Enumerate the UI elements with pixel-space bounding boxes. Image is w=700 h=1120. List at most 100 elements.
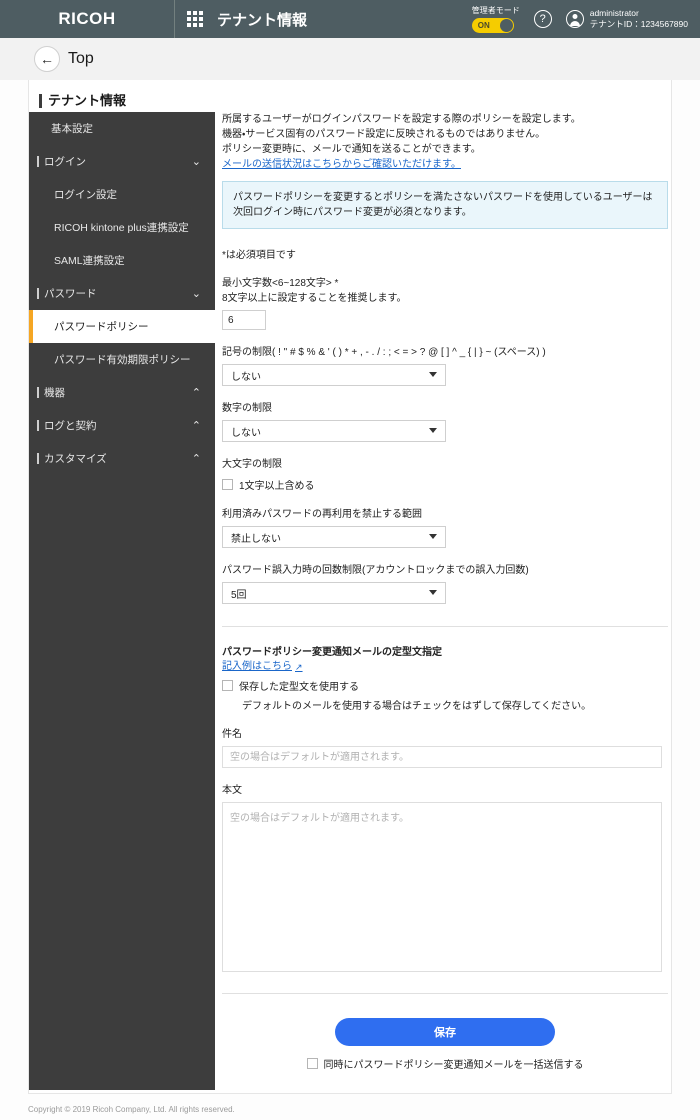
- chevron-up-icon[interactable]: ⌃: [192, 452, 201, 465]
- uppercase-checkbox[interactable]: [222, 479, 233, 490]
- chevron-down-icon[interactable]: ⌄: [192, 287, 201, 300]
- uppercase-checkbox-label: 1文字以上含める: [239, 481, 315, 492]
- sidebar-item-label: ログイン設定: [54, 189, 117, 201]
- bulk-send-checkbox[interactable]: [306, 1058, 318, 1069]
- sidebar-item-label: パスワードポリシー: [54, 321, 149, 333]
- chevron-up-icon[interactable]: ⌃: [192, 386, 201, 399]
- back-arrow-icon[interactable]: ←: [34, 46, 60, 72]
- sidebar-item-5[interactable]: パスワード ⌄: [29, 277, 215, 310]
- description-line-1: 所属するユーザーがログインパスワードを設定する際のポリシーを設定します。: [222, 114, 581, 125]
- sidebar-group-marker: [37, 420, 39, 431]
- chevron-down-icon: [429, 372, 437, 377]
- footer-divider: [222, 993, 668, 994]
- mail-status-link[interactable]: メールの送信状況はこちらからご確認いただけます。: [222, 157, 461, 172]
- save-area: 保存 同時にパスワードポリシー変更通知メールを一括送信する: [222, 1018, 668, 1071]
- sidebar-item-label: パスワード: [44, 288, 97, 300]
- sidebar-item-label: パスワード有効期限ポリシー: [54, 354, 191, 366]
- symbol-restriction-select[interactable]: しない: [222, 364, 446, 386]
- chevron-down-icon: [429, 428, 437, 433]
- sidebar-group-marker: [37, 453, 39, 464]
- mail-subject-label: 件名: [222, 729, 242, 740]
- sidebar-item-3[interactable]: RICOH kintone plus連携設定: [29, 211, 215, 244]
- field-mail-body: 本文: [222, 783, 668, 975]
- reuse-restriction-value: 禁止しない: [231, 533, 281, 545]
- sidebar-group-marker: [37, 288, 39, 299]
- field-reuse-restriction: 利用済みパスワードの再利用を禁止する範囲 禁止しない: [222, 507, 668, 548]
- admin-mode-toggle[interactable]: ON: [471, 17, 514, 33]
- sidebar-item-7[interactable]: パスワード有効期限ポリシー: [29, 343, 215, 376]
- sidebar-item-label: ログイン: [44, 156, 86, 168]
- avatar-icon: [565, 10, 584, 28]
- sidebar-item-label: 機器: [44, 387, 65, 399]
- policy-change-notice: パスワードポリシーを変更するとポリシーを満たさないパスワードを使用しているユーザ…: [222, 181, 668, 229]
- tenant-id: テナントID：1234567890: [589, 19, 688, 29]
- apps-grid-icon[interactable]: [187, 11, 203, 27]
- mail-subject-input[interactable]: [222, 746, 662, 768]
- header-actions: 管理者モード ON ? administrator テナントID：1234567…: [471, 6, 700, 33]
- save-button[interactable]: 保存: [335, 1018, 555, 1046]
- min-length-input[interactable]: [222, 310, 266, 330]
- lockout-value: 5回: [231, 589, 247, 601]
- sidebar-item-1[interactable]: ログイン ⌄: [29, 145, 215, 178]
- sidebar-item-9[interactable]: ログと契約 ⌃: [29, 409, 215, 442]
- user-name: administrator: [589, 8, 639, 18]
- toggle-knob: [499, 18, 513, 32]
- main-content: 所属するユーザーがログインパスワードを設定する際のポリシーを設定します。 機器・…: [222, 112, 668, 1071]
- sidebar-item-6[interactable]: パスワードポリシー: [29, 310, 215, 343]
- section-divider: [222, 626, 668, 627]
- user-info: administrator テナントID：1234567890: [590, 8, 688, 30]
- required-note: *は必須項目です: [222, 250, 296, 261]
- min-length-hint: 8文字以上に設定することを推奨します。: [222, 293, 407, 304]
- use-saved-template-checkbox[interactable]: [222, 680, 233, 691]
- user-menu[interactable]: administrator テナントID：1234567890: [565, 8, 688, 30]
- sidebar-item-0[interactable]: 基本設定: [29, 112, 215, 145]
- number-restriction-value: しない: [231, 427, 261, 439]
- description-line-2: 機器・サービス固有のパスワード設定に反映されるものではありません。: [222, 129, 546, 140]
- sidebar-item-label: カスタマイズ: [44, 453, 107, 465]
- page-title: テナント情報: [39, 94, 671, 108]
- use-saved-template-row[interactable]: 保存した定型文を使用する: [222, 678, 668, 693]
- sidebar-item-4[interactable]: SAML連携設定: [29, 244, 215, 277]
- breadcrumb: ← Top: [0, 38, 700, 80]
- sidebar-item-label: SAML連携設定: [54, 255, 125, 267]
- brand-logo[interactable]: RICOH: [0, 0, 175, 38]
- uppercase-checkbox-row[interactable]: 1文字以上含める: [222, 477, 668, 492]
- sidebar-item-label: RICOH kintone plus連携設定: [54, 222, 189, 234]
- field-symbol-restriction: 記号の制限( ! " # $ % & ' ( ) * + , - . / : ;…: [222, 345, 668, 386]
- chevron-down-icon: [429, 534, 437, 539]
- chevron-down-icon[interactable]: ⌄: [192, 155, 201, 168]
- use-saved-template-label: 保存した定型文を使用する: [239, 682, 359, 693]
- sidebar-group-marker: [37, 156, 39, 167]
- lockout-label: パスワード誤入力時の回数制限(アカウントロックまでの誤入力回数): [222, 565, 529, 576]
- top-header-bar: RICOH テナント情報 管理者モード ON ? administrator テ…: [0, 0, 700, 38]
- field-mail-subject: 件名: [222, 727, 668, 768]
- sidebar-nav: 基本設定ログイン ⌄ ログイン設定 RICOH kintone plus連携設定 SAM…: [29, 112, 215, 1090]
- chevron-down-icon: [429, 590, 437, 595]
- symbol-restriction-value: しない: [231, 371, 261, 383]
- brand-text: RICOH: [58, 9, 116, 28]
- sidebar-group-marker: [37, 387, 39, 398]
- help-icon[interactable]: ?: [533, 10, 552, 28]
- admin-mode-block: 管理者モード ON: [471, 6, 520, 33]
- number-restriction-label: 数字の制限: [222, 403, 272, 414]
- uppercase-restriction-label: 大文字の制限: [222, 459, 282, 470]
- sidebar-item-label: ログと契約: [44, 420, 97, 432]
- footer-copyright: Copyright © 2019 Ricoh Company, Ltd. All…: [28, 1105, 235, 1114]
- chevron-up-icon[interactable]: ⌃: [192, 419, 201, 432]
- number-restriction-select[interactable]: しない: [222, 420, 446, 442]
- mail-body-textarea[interactable]: [222, 802, 662, 972]
- sidebar-item-10[interactable]: カスタマイズ ⌃: [29, 442, 215, 475]
- field-number-restriction: 数字の制限 しない: [222, 401, 668, 442]
- lockout-select[interactable]: 5回: [222, 582, 446, 604]
- breadcrumb-top-link[interactable]: Top: [68, 50, 94, 68]
- sidebar-item-2[interactable]: ログイン設定: [29, 178, 215, 211]
- bulk-send-row[interactable]: 同時にパスワードポリシー変更通知メールを一括送信する: [222, 1056, 668, 1071]
- sidebar-item-8[interactable]: 機器 ⌃: [29, 376, 215, 409]
- field-min-length: 最小文字数<6~128文字> * 8文字以上に設定することを推奨します。: [222, 276, 668, 330]
- reuse-restriction-label: 利用済みパスワードの再利用を禁止する範囲: [222, 509, 422, 520]
- symbol-restriction-label: 記号の制限( ! " # $ % & ' ( ) * + , - . / : ;…: [222, 347, 546, 358]
- reuse-restriction-select[interactable]: 禁止しない: [222, 526, 446, 548]
- default-mail-note: デフォルトのメールを使用する場合はチェックをはずして保存してください。: [242, 701, 592, 712]
- min-length-label: 最小文字数<6~128文字> *: [222, 278, 339, 289]
- description-line-3: ポリシー変更時に、メールで通知を送ることができます。: [222, 144, 481, 155]
